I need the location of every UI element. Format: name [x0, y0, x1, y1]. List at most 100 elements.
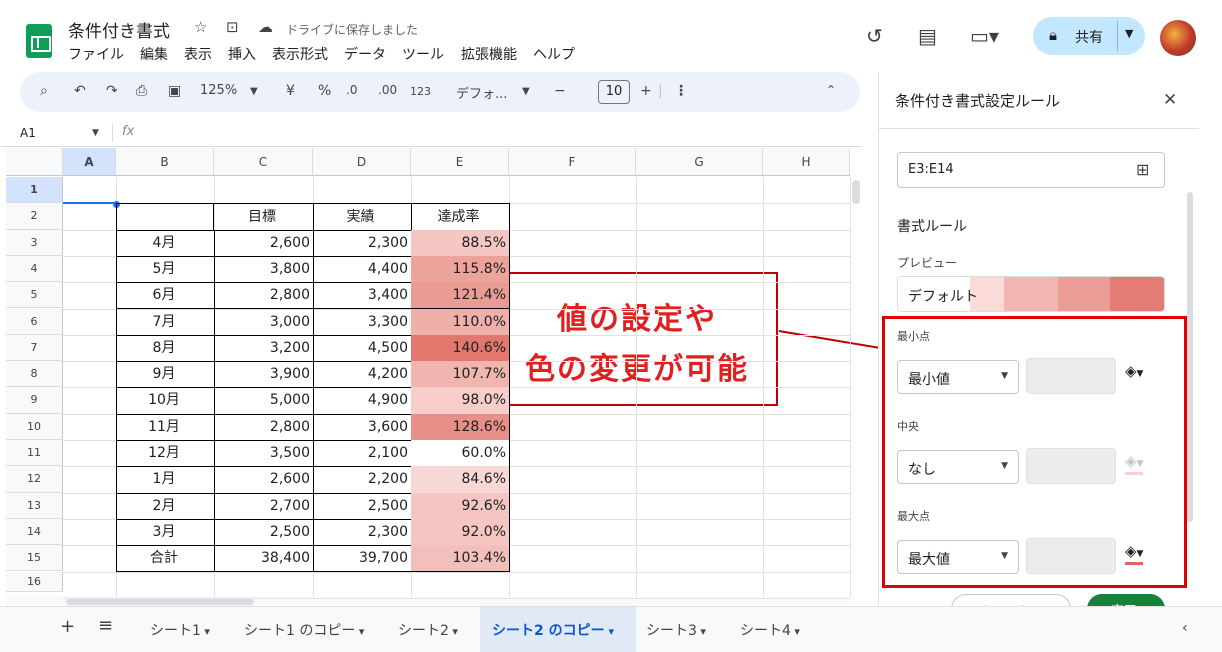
- table-cell[interactable]: 88.5%: [411, 229, 510, 257]
- zoom-select[interactable]: 125%: [200, 83, 237, 98]
- document-title[interactable]: 条件付き書式: [68, 17, 170, 42]
- font-select[interactable]: デフォ...: [456, 83, 507, 102]
- column-header-D[interactable]: D: [313, 148, 411, 176]
- table-cell[interactable]: 4,400: [313, 255, 412, 284]
- menu-edit[interactable]: 編集: [140, 44, 168, 64]
- menu-format[interactable]: 表示形式: [272, 44, 328, 64]
- font-size-plus-button[interactable]: +: [640, 83, 652, 99]
- sheet-tab-5[interactable]: シート3 ▾: [646, 620, 706, 640]
- row-header-12[interactable]: 12: [6, 466, 63, 493]
- table-cell[interactable]: 7月: [116, 308, 215, 336]
- table-cell[interactable]: 9月: [116, 361, 215, 389]
- row-header-4[interactable]: 4: [6, 255, 63, 283]
- table-cell[interactable]: 3,500: [214, 440, 314, 468]
- panel-scrollbar[interactable]: [1187, 192, 1193, 522]
- table-cell[interactable]: 3,200: [214, 334, 314, 363]
- table-cell[interactable]: 3,800: [214, 255, 314, 284]
- table-cell[interactable]: 2,100: [313, 440, 412, 468]
- collapse-toolbar-icon[interactable]: ⌃: [826, 83, 836, 97]
- table-cell[interactable]: 128.6%: [411, 413, 510, 441]
- column-header-E[interactable]: E: [411, 148, 509, 176]
- table-cell[interactable]: 3,000: [214, 308, 314, 336]
- table-cell[interactable]: 4,900: [313, 387, 412, 415]
- table-header-cell[interactable]: 実績: [313, 203, 412, 231]
- table-cell[interactable]: 38,400: [214, 545, 314, 573]
- row-header-1[interactable]: 1: [6, 177, 63, 204]
- chevron-down-icon[interactable]: ▾: [605, 625, 614, 638]
- meet-icon[interactable]: ▭▾: [970, 24, 999, 48]
- sheets-logo[interactable]: [26, 24, 52, 58]
- table-cell[interactable]: 103.4%: [411, 545, 510, 573]
- chevron-down-icon[interactable]: ▾: [697, 625, 706, 638]
- table-cell[interactable]: 3,400: [313, 282, 412, 310]
- row-header-8[interactable]: 8: [6, 361, 63, 388]
- menu-insert[interactable]: 挿入: [228, 44, 256, 64]
- row-header-10[interactable]: 10: [6, 413, 63, 440]
- table-cell[interactable]: 110.0%: [411, 308, 510, 336]
- sheet-tab-4[interactable]: シート2 のコピー ▾: [492, 620, 614, 640]
- table-cell[interactable]: 60.0%: [411, 440, 510, 468]
- row-header-11[interactable]: 11: [6, 440, 63, 467]
- cloud-saved-icon[interactable]: ☁: [258, 18, 273, 36]
- column-header-B[interactable]: B: [116, 148, 214, 176]
- table-cell[interactable]: 12月: [116, 440, 215, 468]
- column-header-A[interactable]: A: [63, 148, 116, 176]
- name-box[interactable]: A1: [20, 126, 36, 140]
- horizontal-scrollbar[interactable]: [66, 598, 254, 605]
- sheet-tab-6[interactable]: シート4 ▾: [740, 620, 800, 640]
- chevron-down-icon[interactable]: ▾: [791, 625, 800, 638]
- table-cell[interactable]: 3,300: [313, 308, 412, 336]
- number-format-button[interactable]: 123: [410, 85, 431, 98]
- table-cell[interactable]: 2,800: [214, 282, 314, 310]
- add-sheet-icon[interactable]: +: [60, 616, 75, 637]
- menu-extensions[interactable]: 拡張機能: [461, 44, 517, 64]
- table-cell[interactable]: 合計: [116, 545, 215, 573]
- table-cell[interactable]: 2,300: [313, 229, 412, 257]
- table-cell[interactable]: 3月: [116, 518, 215, 547]
- chevron-down-icon[interactable]: ▾: [449, 625, 458, 638]
- table-cell[interactable]: 8月: [116, 334, 215, 363]
- row-header-14[interactable]: 14: [6, 518, 63, 546]
- avatar[interactable]: [1160, 20, 1196, 56]
- vertical-scrollbar[interactable]: [852, 180, 860, 204]
- column-header-H[interactable]: H: [763, 148, 850, 176]
- column-header-C[interactable]: C: [214, 148, 313, 176]
- menu-view[interactable]: 表示: [184, 44, 212, 64]
- table-cell[interactable]: 2,600: [214, 229, 314, 257]
- select-all-corner[interactable]: [6, 148, 63, 176]
- table-cell[interactable]: 2,700: [214, 492, 314, 520]
- table-cell[interactable]: 92.6%: [411, 492, 510, 520]
- chevron-down-icon[interactable]: ▾: [201, 625, 210, 638]
- table-cell[interactable]: 121.4%: [411, 282, 510, 310]
- percent-button[interactable]: %: [318, 83, 331, 99]
- table-cell[interactable]: 2,500: [313, 492, 412, 520]
- table-cell[interactable]: 107.7%: [411, 361, 510, 389]
- table-cell[interactable]: 3,900: [214, 361, 314, 389]
- font-size-input[interactable]: 10: [598, 80, 630, 104]
- menu-data[interactable]: データ: [344, 44, 386, 64]
- table-header-cell[interactable]: 目標: [214, 203, 314, 231]
- table-cell[interactable]: 2,200: [313, 466, 412, 494]
- row-header-5[interactable]: 5: [6, 282, 63, 309]
- table-cell[interactable]: 2,300: [313, 518, 412, 547]
- row-header-15[interactable]: 15: [6, 545, 63, 572]
- print-icon[interactable]: ⎙: [136, 83, 147, 99]
- column-header-G[interactable]: G: [636, 148, 763, 176]
- row-header-13[interactable]: 13: [6, 492, 63, 519]
- table-cell[interactable]: 39,700: [313, 545, 412, 573]
- range-input[interactable]: E3:E14 ⊞: [897, 152, 1165, 188]
- sheet-tab-1[interactable]: シート1 ▾: [150, 620, 210, 640]
- grid-select-icon[interactable]: ⊞: [1136, 160, 1149, 179]
- font-size-minus-button[interactable]: −: [554, 83, 566, 99]
- table-header-blank[interactable]: [116, 203, 214, 231]
- table-cell[interactable]: 1月: [116, 466, 215, 494]
- table-cell[interactable]: 11月: [116, 413, 215, 441]
- table-cell[interactable]: 92.0%: [411, 518, 510, 547]
- undo-icon[interactable]: ↶: [74, 83, 86, 99]
- table-cell[interactable]: 2,500: [214, 518, 314, 547]
- chevron-down-icon[interactable]: ▾: [355, 625, 365, 638]
- table-cell[interactable]: 6月: [116, 282, 215, 310]
- table-cell[interactable]: 10月: [116, 387, 215, 415]
- sheet-tab-3[interactable]: シート2 ▾: [398, 620, 458, 640]
- table-cell[interactable]: 140.6%: [411, 334, 510, 363]
